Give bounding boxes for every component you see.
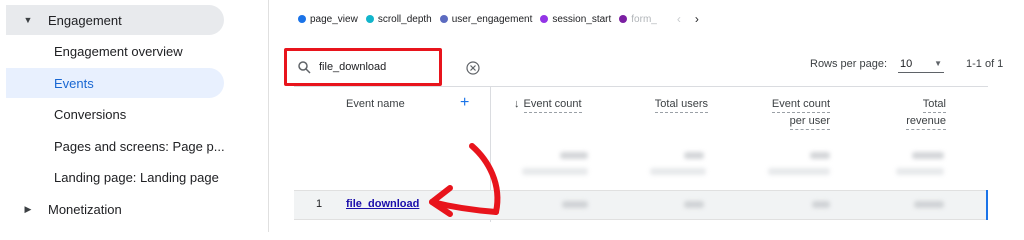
sidebar-item-landing-page[interactable]: Landing page: Landing page <box>0 162 262 192</box>
legend-dot <box>619 15 628 23</box>
blurred-cell <box>812 201 830 208</box>
chevron-left-icon[interactable]: ‹ <box>677 12 681 26</box>
dropdown-arrow-icon: ▼ <box>934 59 942 68</box>
blurred-cell <box>684 201 704 208</box>
legend-label: page_view <box>310 13 358 25</box>
sidebar-section-monetization[interactable]: ▶ Monetization <box>6 194 224 224</box>
column-header-event-count[interactable]: ↓ Event count <box>514 96 582 113</box>
event-name-link[interactable]: file_download <box>346 198 419 210</box>
column-header-event-name[interactable]: Event name <box>346 96 405 112</box>
add-dimension-icon[interactable]: + <box>460 94 469 112</box>
pagination-range: 1-1 of 1 <box>966 58 1004 70</box>
sidebar-item-conversions[interactable]: Conversions <box>0 99 262 129</box>
legend-item-scroll-depth[interactable]: scroll_depth <box>365 13 432 25</box>
blurred-cell <box>562 201 588 208</box>
legend-label: scroll_depth <box>377 13 432 25</box>
sidebar-item-label: Engagement overview <box>54 43 183 59</box>
legend-pager: ‹ › <box>677 12 699 26</box>
column-header-total-users[interactable]: Total users <box>648 96 708 113</box>
sidebar-item-events[interactable]: Events <box>6 68 224 98</box>
blurred-total <box>684 152 704 159</box>
legend-item-user-engagement[interactable]: user_engagement <box>439 13 533 25</box>
sidebar-item-label: Monetization <box>48 201 122 217</box>
sort-desc-icon: ↓ <box>514 98 520 110</box>
sidebar-item-label: Engagement <box>48 12 122 28</box>
row-index: 1 <box>316 198 323 210</box>
blurred-cell <box>914 201 944 208</box>
blurred-total <box>560 152 588 159</box>
rows-per-page-value: 10 <box>900 57 913 70</box>
search-input[interactable]: file_download <box>284 48 442 86</box>
column-header-event-count-per-user[interactable]: Event count per user <box>760 96 830 130</box>
legend-dot <box>298 15 306 23</box>
annotation-arrow-icon <box>429 143 501 217</box>
blurred-total <box>912 152 944 159</box>
rows-per-page-select[interactable]: 10 ▼ <box>898 55 944 73</box>
legend-item-page-view[interactable]: page_view <box>298 14 358 25</box>
legend-item-session-start[interactable]: session_start <box>540 14 611 25</box>
column-header-label: revenue <box>906 113 946 130</box>
blurred-total <box>522 168 588 175</box>
column-header-label: Event count <box>771 96 830 113</box>
chevron-right-icon[interactable]: › <box>695 12 699 26</box>
blurred-total <box>768 168 830 175</box>
sidebar: ▼ Engagement Engagement overview Events … <box>0 0 262 232</box>
legend-dot <box>439 15 448 23</box>
column-header-label: Event count <box>523 96 582 113</box>
caret-right-icon: ▶ <box>24 203 32 214</box>
legend-label: session_start <box>552 13 612 25</box>
sidebar-item-label: Pages and screens: Page p... <box>54 138 225 154</box>
legend-label: form_ <box>631 13 657 25</box>
chart-legend: page_view scroll_depth user_engagement s… <box>298 10 699 28</box>
blurred-total <box>896 168 944 175</box>
clear-search-icon[interactable] <box>466 61 480 75</box>
caret-down-icon: ▼ <box>23 15 33 25</box>
blurred-total <box>650 168 706 175</box>
rows-per-page-label: Rows per page: <box>810 58 888 70</box>
legend-dot <box>365 15 374 23</box>
column-header-label: Total <box>922 96 946 113</box>
column-header-label: per user <box>789 113 830 130</box>
row-focus-edge <box>962 190 988 220</box>
blurred-total <box>810 152 830 159</box>
legend-label: user_engagement <box>451 13 533 25</box>
sidebar-item-label: Conversions <box>54 106 127 122</box>
sidebar-item-pages-and-screens[interactable]: Pages and screens: Page p... <box>0 131 262 161</box>
sidebar-divider <box>268 0 269 232</box>
column-header-total-revenue[interactable]: Total revenue <box>886 96 946 130</box>
sidebar-item-label: Events <box>54 75 94 91</box>
sidebar-item-label: Landing page: Landing page <box>54 169 219 185</box>
legend-dot <box>540 15 549 23</box>
column-header-label: Total users <box>654 96 708 113</box>
search-icon <box>298 61 311 74</box>
app-root: ▼ Engagement Engagement overview Events … <box>0 0 1024 232</box>
legend-item-form[interactable]: form_ <box>619 14 657 25</box>
search-value: file_download <box>319 61 387 73</box>
sidebar-item-engagement-overview[interactable]: Engagement overview <box>0 36 262 66</box>
sidebar-section-engagement[interactable]: ▼ Engagement <box>6 5 224 35</box>
